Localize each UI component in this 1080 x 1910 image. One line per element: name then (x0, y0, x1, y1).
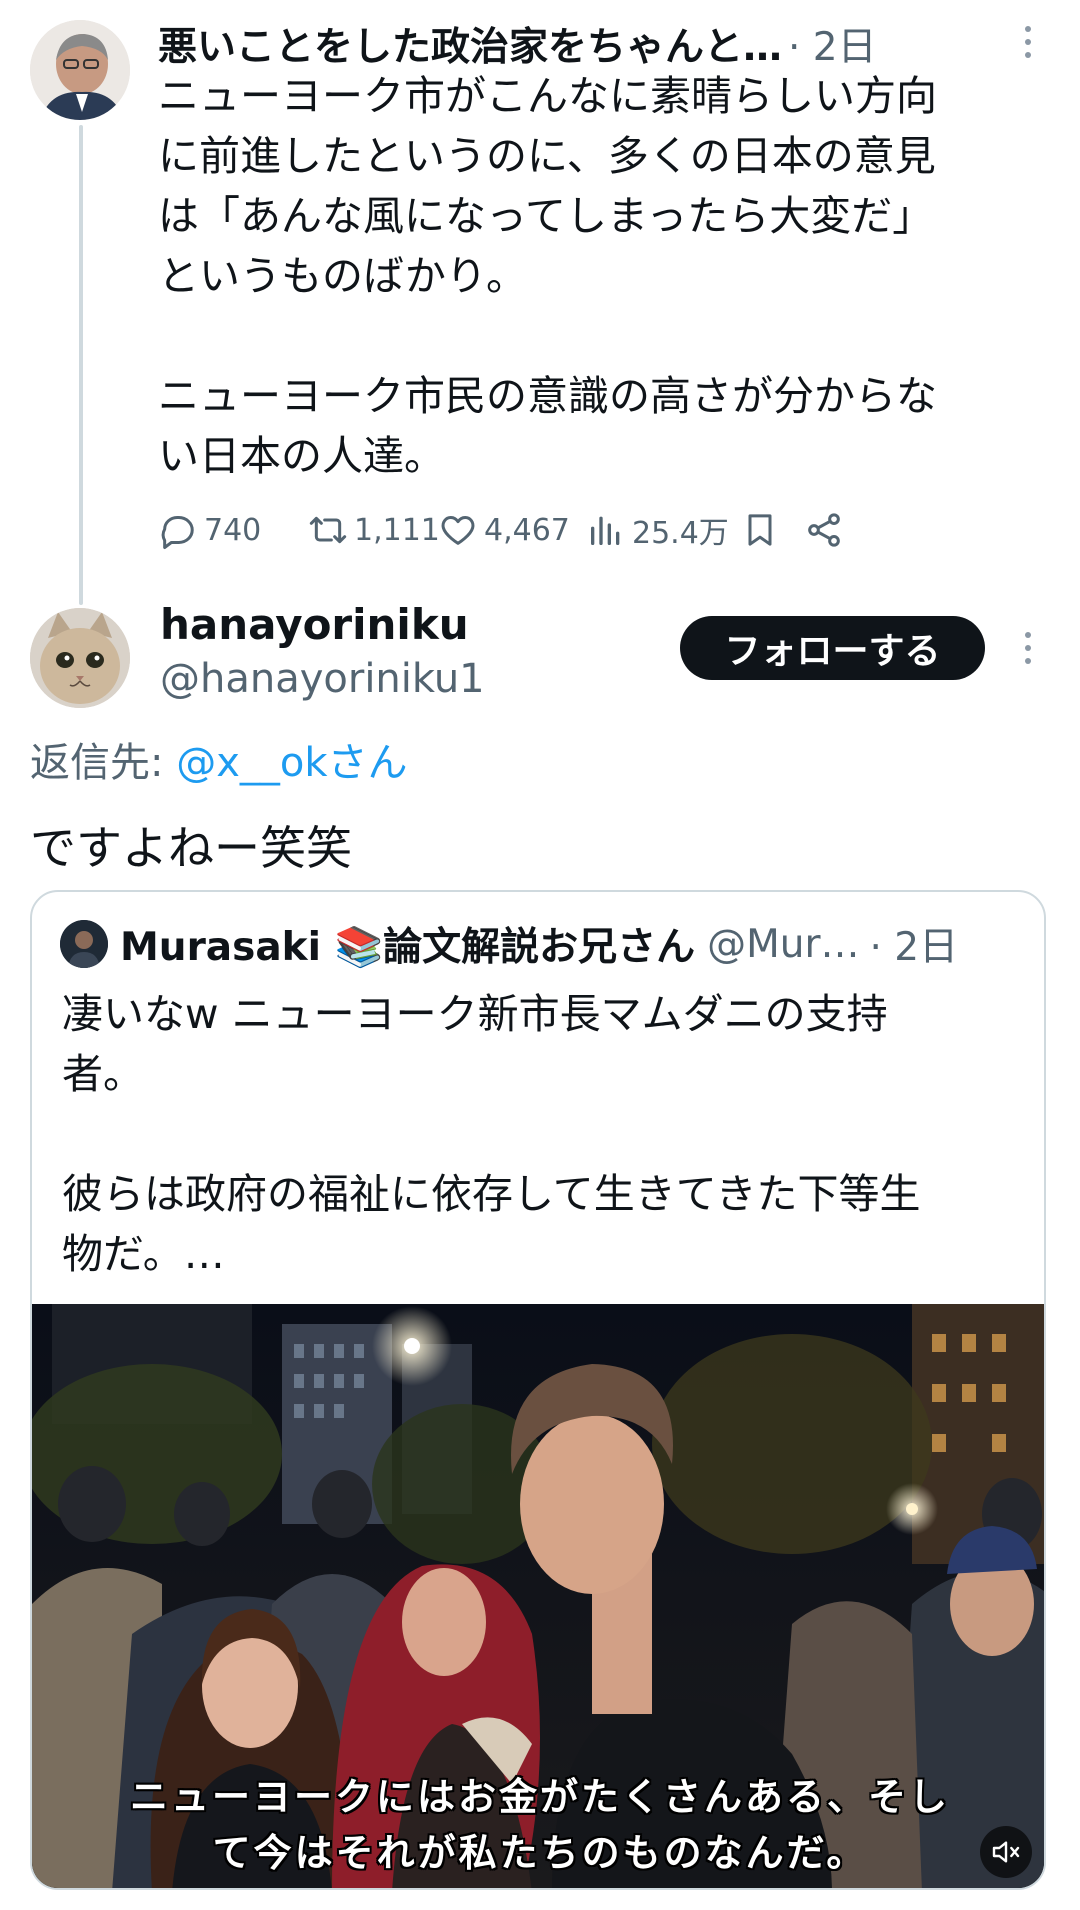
like-icon (441, 516, 475, 545)
avatar-image (30, 20, 130, 120)
views-icon (591, 516, 620, 545)
reply-tweet-avatar[interactable] (30, 608, 130, 708)
quoted-tweet-display-name: Murasaki 📚論文解説お兄さん (120, 925, 696, 970)
quoted-tweet-text: 凄いなw ニューヨーク新市長マムダニの支持 者。 彼らは政府の福祉に依存して生き… (62, 990, 921, 1278)
parent-tweet-text: ニューヨーク市がこんなに素晴らしい方向 に前進したというのに、多くの日本の意見 … (158, 72, 937, 480)
quoted-tweet-video[interactable]: ニューヨークにはお金がたくさんある、そし て今はそれが私たちのものなんだ。 (32, 1304, 1044, 1888)
retweet-count: 1,111 (354, 512, 440, 548)
video-subtitle-line-2: て今はそれが私たちのものなんだ。 (212, 1831, 868, 1875)
reply-to-label: 返信先: (30, 740, 177, 786)
parent-tweet-display-name[interactable]: 悪いことをした政治家をちゃんと… (158, 16, 782, 72)
parent-tweet-timestamp[interactable]: · 2日 (788, 16, 877, 72)
quoted-tweet-timestamp: · 2日 (869, 925, 959, 970)
views-count: 25.4万 (632, 516, 729, 551)
reply-to-line: 返信先: @x__okさん (30, 730, 408, 788)
quoted-tweet-handle: @Mur… (707, 921, 860, 967)
views-button[interactable]: 25.4万 (586, 500, 729, 560)
retweet-button[interactable]: 1,111 (308, 500, 440, 560)
video-subtitle-line-1: ニューヨークにはお金がたくさんある、そし (129, 1775, 950, 1819)
thread-connector-line (79, 125, 83, 605)
mute-icon (992, 1841, 1020, 1863)
reply-icon (161, 516, 194, 549)
retweet-icon (309, 516, 347, 544)
reply-count: 740 (204, 512, 262, 548)
share-icon (808, 513, 840, 547)
more-icon[interactable] (1018, 22, 1038, 62)
reply-tweet-handle[interactable]: @hanayoriniku1 (160, 656, 485, 702)
reply-tweet-display-name[interactable]: hanayoriniku (160, 600, 469, 649)
bookmark-button[interactable] (740, 500, 780, 560)
parent-tweet-avatar[interactable] (30, 20, 130, 120)
parent-tweet-action-bar: 740 1,111 4,467 25.4万 (158, 500, 1038, 560)
quoted-tweet-card[interactable]: Murasaki 📚論文解説お兄さん @Mur… · 2日 凄いなw ニューヨー… (30, 890, 1046, 1890)
parent-tweet-header: 悪いことをした政治家をちゃんと… · 2日 (158, 14, 1038, 74)
more-icon[interactable] (1018, 628, 1038, 668)
quoted-tweet-header: Murasaki 📚論文解説お兄さん @Mur… · 2日 (60, 914, 1040, 974)
bookmark-icon (748, 514, 772, 546)
like-count: 4,467 (484, 512, 570, 548)
like-button[interactable]: 4,467 (438, 500, 570, 560)
reply-button[interactable]: 740 (158, 500, 261, 560)
avatar-image (60, 920, 108, 968)
reply-tweet-text: ですよねー笑笑 (30, 821, 352, 875)
quoted-tweet-avatar (60, 920, 108, 968)
reply-to-mention-link[interactable]: @x__okさん (176, 740, 407, 786)
mute-button[interactable] (980, 1826, 1032, 1878)
follow-button[interactable]: フォローする (680, 616, 985, 680)
avatar-image (30, 608, 130, 708)
share-button[interactable] (804, 500, 844, 560)
